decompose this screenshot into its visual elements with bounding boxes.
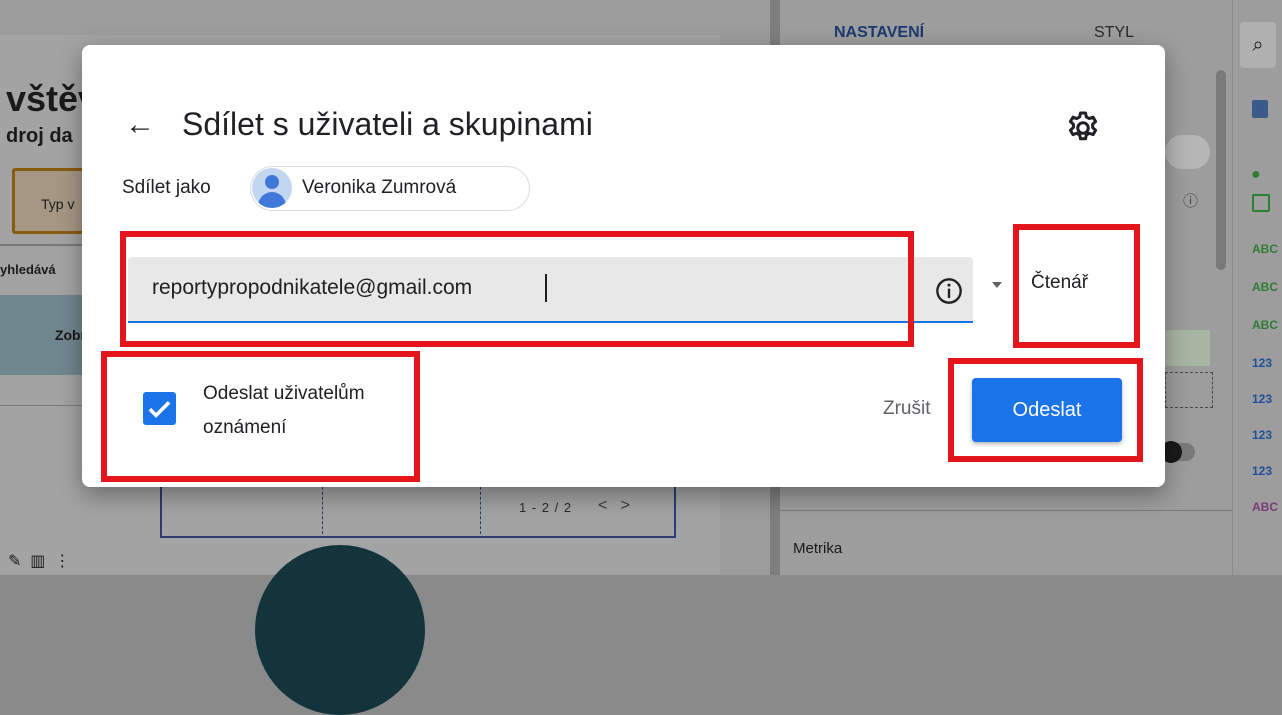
share-as-label: Sdílet jako: [122, 177, 211, 198]
calendar-icon: [1252, 194, 1270, 212]
globe-icon: ●: [1251, 166, 1261, 183]
pagination-nav: < >: [598, 497, 631, 514]
pie-chart: [255, 545, 425, 715]
chart-type-icon: ▥: [30, 553, 46, 570]
metric-label: Metrika: [793, 540, 843, 557]
number-field-icon: 123: [1252, 464, 1273, 478]
help-icon: ⓘ: [1183, 193, 1199, 210]
chart-toolbar: ✎ ▥ ⋮: [8, 551, 70, 571]
text-field-icon: ABC: [1252, 242, 1278, 256]
chevron-down-icon[interactable]: [992, 282, 1002, 288]
avatar: [252, 168, 292, 208]
divider: [0, 244, 90, 246]
number-field-icon: 123: [1252, 392, 1273, 406]
data-source-icon: [1252, 100, 1268, 118]
search-icon: ⌕: [1240, 22, 1276, 68]
number-field-icon: 123: [1252, 428, 1273, 442]
text-field-icon: ABC: [1252, 318, 1278, 332]
text-field-icon: ABC: [1252, 280, 1278, 294]
highlight-role: [1013, 224, 1140, 348]
pagination-text: 1 - 2 / 2: [519, 500, 573, 515]
highlight-email: [120, 231, 914, 347]
more-icon: ⋮: [54, 553, 71, 570]
owner-name: Veronika Zumrová: [302, 177, 457, 198]
dialog-title: Sdílet s uživateli a skupinami: [182, 106, 593, 142]
filter-control: Typ v: [12, 168, 90, 234]
divider: [780, 510, 1232, 511]
table-column-divider: [322, 482, 323, 534]
scrollbar: [1216, 70, 1226, 270]
panel-field: [1165, 330, 1210, 366]
report-subtitle: droj da: [6, 125, 73, 147]
highlight-send: [948, 358, 1143, 462]
drop-zone: [1165, 372, 1213, 408]
search-label: yhledává: [0, 262, 56, 277]
divider: [0, 405, 90, 406]
text-field-icon: ABC: [1252, 500, 1278, 514]
info-icon[interactable]: [935, 277, 963, 305]
number-field-icon: 123: [1252, 356, 1273, 370]
show-button: Zobr: [0, 295, 90, 375]
tab-setup: NASTAVENÍ: [834, 24, 925, 41]
back-arrow-icon[interactable]: ←: [125, 108, 155, 142]
cancel-button[interactable]: Zrušit: [883, 398, 931, 420]
table-column-divider: [480, 482, 481, 534]
panel-field: [1165, 135, 1210, 169]
edit-icon: ✎: [8, 553, 22, 570]
highlight-notify: [101, 351, 420, 482]
tab-style: STYL: [1094, 24, 1135, 41]
gear-icon[interactable]: [1065, 110, 1101, 146]
